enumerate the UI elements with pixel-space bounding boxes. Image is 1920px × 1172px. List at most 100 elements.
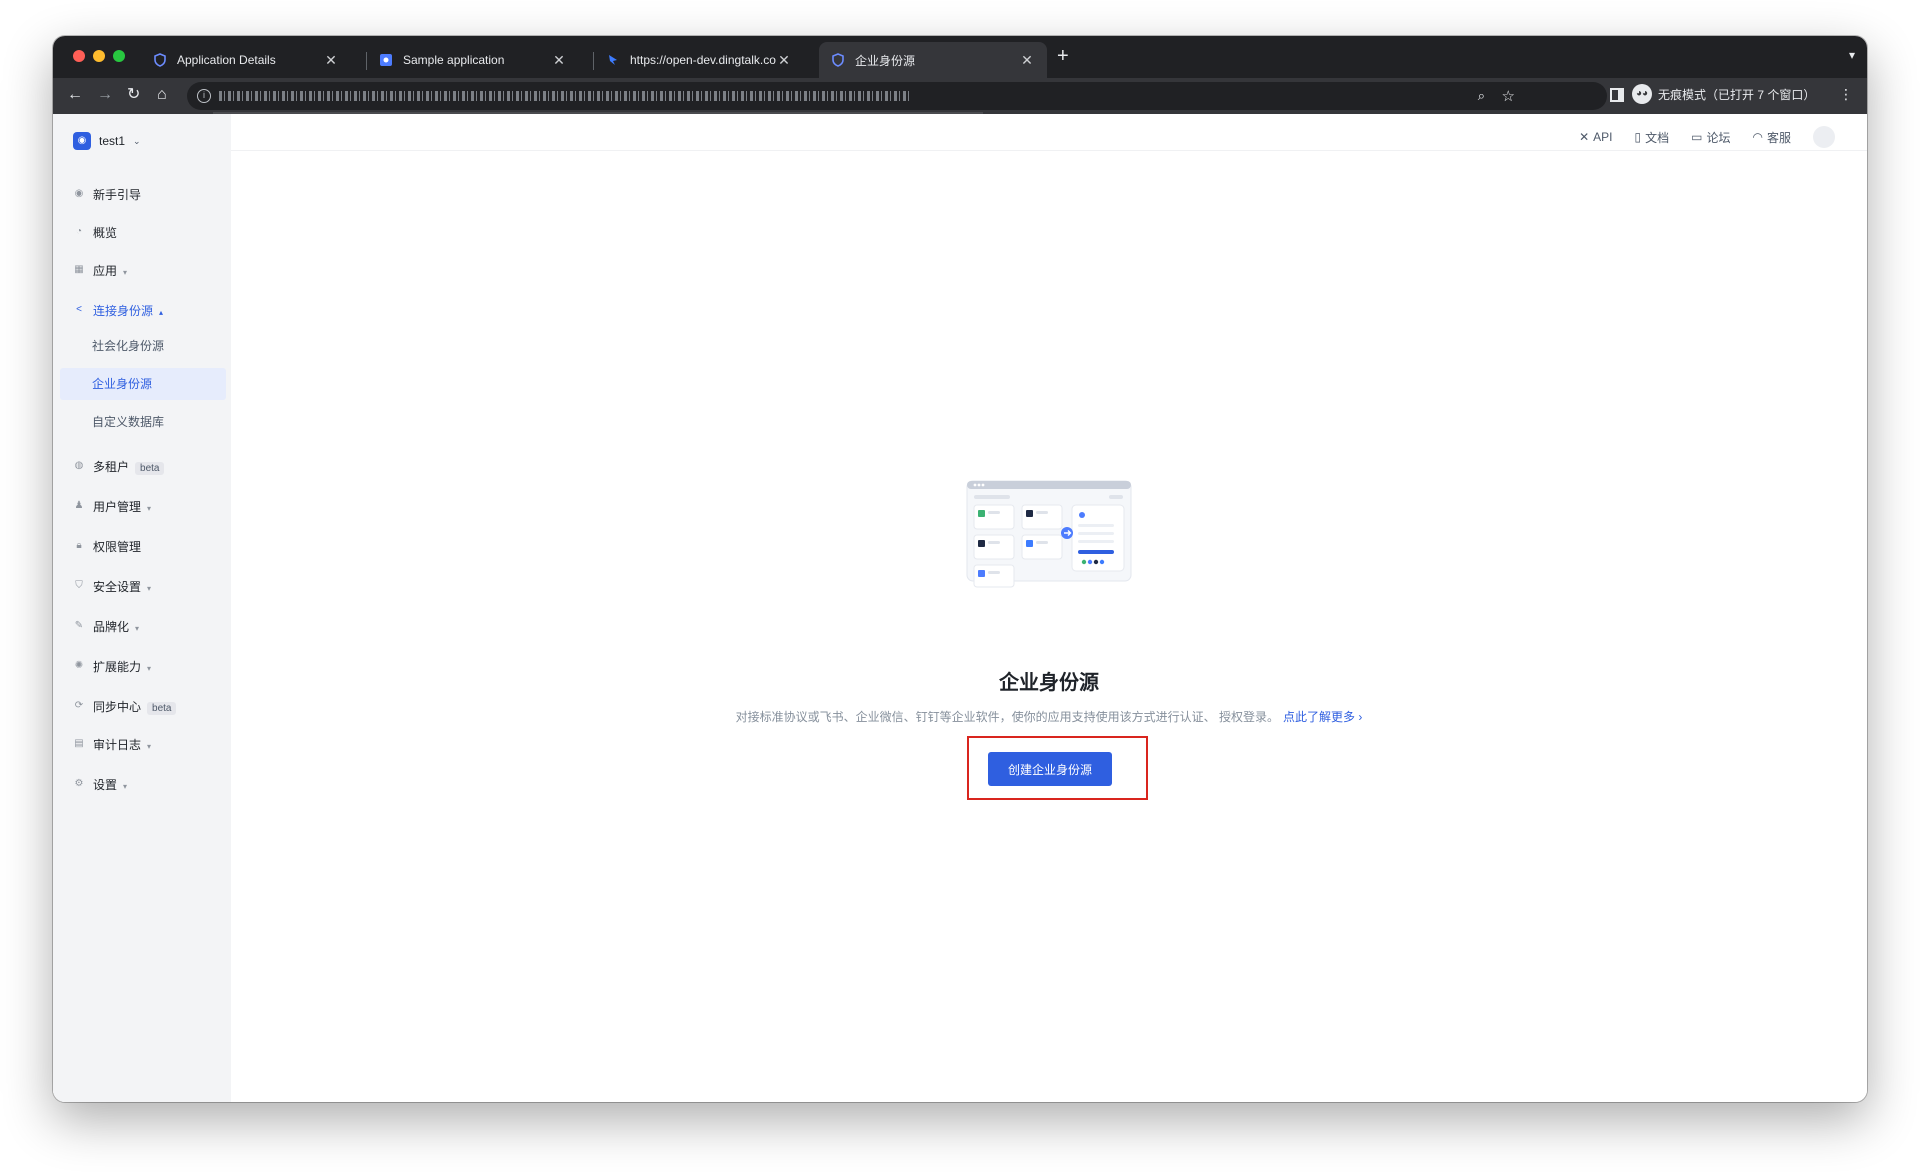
forward-arrow-icon[interactable]: →: [97, 86, 113, 104]
sidebar-item-guide[interactable]: ◉ 新手引导: [53, 184, 231, 204]
home-icon[interactable]: ⌂: [157, 86, 167, 104]
new-tab-button[interactable]: +: [1057, 46, 1069, 66]
sidebar-item-audit[interactable]: ▤ 审计日志 ▾: [53, 734, 231, 754]
app-logo-icon: ◉: [73, 132, 91, 150]
sidebar-subitem-custom-db[interactable]: 自定义数据库: [60, 406, 226, 438]
sidebar-item-overview[interactable]: ◔ 概览: [53, 222, 231, 242]
app-page: ◉ test1 ⌄ ◉ 新手引导 ◔ 概览 ▦ 应用 ▾ < 连接身份源 ▴ 社会化…: [53, 114, 1867, 1102]
back-arrow-icon[interactable]: ←: [67, 86, 83, 104]
address-bar[interactable]: i ⌕ ☆: [187, 82, 1607, 110]
tab-sample-application[interactable]: Sample application ✕: [367, 42, 579, 78]
tab-strip: Application Details ✕ Sample application…: [53, 36, 1867, 78]
chevron-down-icon: ▾: [123, 267, 128, 277]
app-selector[interactable]: ◉ test1 ⌄: [73, 132, 141, 150]
sidebar-item-label: 新手引导: [93, 187, 142, 202]
shield-icon: [832, 53, 844, 67]
chevron-up-icon: ▴: [159, 307, 164, 317]
chevron-down-icon: ▾: [147, 503, 152, 513]
description-text: 对接标准协议或飞书、企业微信、钉钉等企业软件，使你的应用支持使用该方式进行认证、…: [735, 710, 1279, 724]
forum-link[interactable]: ▭ 论坛: [1691, 129, 1730, 146]
close-tab-icon[interactable]: ✕: [776, 52, 792, 69]
sidebar-item-label: 用户管理 ▾: [93, 499, 152, 514]
api-link[interactable]: ✕ API: [1579, 130, 1612, 144]
sidebar-item-label: 审计日志 ▾: [93, 737, 152, 752]
browser-window: Application Details ✕ Sample application…: [53, 36, 1867, 1102]
sidebar-item-label: 连接身份源 ▴: [93, 303, 164, 318]
reload-icon[interactable]: ↻: [127, 86, 140, 104]
close-window-button[interactable]: [73, 50, 85, 62]
gear-icon: ⚙: [74, 778, 84, 789]
sidebar-item-extensions[interactable]: ✺ 扩展能力 ▾: [53, 656, 231, 676]
chevron-down-icon[interactable]: ▾: [1849, 48, 1855, 62]
browser-toolbar: ← → ↻ ⌂ i ⌕ ☆ ◕◕ 无痕模式（已打开 7 个窗口） ⋮: [53, 78, 1867, 114]
grid-icon: ▦: [74, 264, 84, 275]
maximize-window-button[interactable]: [113, 50, 125, 62]
tools-icon: ✕: [1579, 130, 1590, 144]
docs-link[interactable]: ▯ 文档: [1635, 129, 1670, 146]
log-icon: ▤: [74, 738, 84, 749]
header-divider: [231, 150, 1867, 151]
sidebar-item-permissions[interactable]: 🔒︎ 权限管理: [53, 536, 231, 556]
dingtalk-icon: [609, 55, 617, 65]
sidebar-item-sync[interactable]: ⟳ 同步中心 beta: [53, 696, 231, 716]
user-avatar[interactable]: [1813, 126, 1835, 148]
chevron-down-icon: ▾: [147, 663, 152, 673]
close-tab-icon[interactable]: ✕: [551, 52, 567, 69]
support-link[interactable]: ◠ 客服: [1753, 129, 1792, 146]
sync-icon: ⟳: [74, 700, 84, 711]
puzzle-icon: ✺: [74, 660, 84, 671]
tab-dingtalk[interactable]: https://open-dev.dingtalk.com/ ✕: [594, 42, 804, 78]
sidebar-item-label: 多租户 beta: [93, 458, 165, 475]
tab-title: https://open-dev.dingtalk.com/: [630, 53, 776, 67]
sidebar-item-multi-tenant[interactable]: ◍ 多租户 beta: [53, 456, 231, 476]
create-enterprise-idp-button[interactable]: 创建企业身份源: [988, 752, 1112, 786]
app-name: test1: [99, 134, 126, 148]
close-tab-icon[interactable]: ✕: [1019, 52, 1035, 69]
empty-state-description: 对接标准协议或飞书、企业微信、钉钉等企业软件，使你的应用支持使用该方式进行认证、…: [231, 708, 1867, 725]
tab-enterprise-idp[interactable]: 企业身份源 ✕: [819, 42, 1047, 78]
sidebar-subitem-enterprise[interactable]: 企业身份源: [60, 368, 226, 400]
beta-badge: beta: [135, 461, 165, 475]
book-icon: ▯: [1634, 130, 1642, 144]
tab-title: Sample application: [403, 53, 505, 67]
sidebar-item-label: 同步中心 beta: [93, 698, 177, 715]
incognito-icon: ◕◕: [1632, 84, 1652, 104]
sidebar-item-label: 权限管理: [93, 539, 142, 554]
sidebar-item-apps[interactable]: ▦ 应用 ▾: [53, 260, 231, 280]
sidebar-item-settings[interactable]: ⚙ 设置 ▾: [53, 774, 231, 794]
minimize-window-button[interactable]: [93, 50, 105, 62]
top-navigation: ✕ API ▯ 文档 ▭ 论坛 ◠ 客服: [1579, 126, 1835, 148]
learn-more-link[interactable]: 点此了解更多 ›: [1283, 710, 1362, 724]
bookmark-star-icon[interactable]: ☆: [1502, 87, 1515, 105]
incognito-label: 无痕模式（已打开 7 个窗口）: [1658, 87, 1816, 102]
app-icon: [380, 54, 392, 66]
more-menu-icon[interactable]: ⋮: [1839, 86, 1853, 103]
chevron-down-icon: ▾: [123, 781, 128, 791]
shield-icon: [154, 53, 166, 67]
headset-icon: ◠: [1752, 130, 1763, 144]
info-icon[interactable]: i: [197, 89, 211, 103]
side-panel-icon[interactable]: [1610, 88, 1624, 102]
sidebar-item-users[interactable]: ♟ 用户管理 ▾: [53, 496, 231, 516]
window-controls: [73, 50, 125, 62]
pie-chart-icon: ◔: [75, 226, 83, 237]
sidebar-item-label: 设置 ▾: [93, 777, 128, 792]
sidebar-item-branding[interactable]: ✎ 品牌化 ▾: [53, 616, 231, 636]
empty-state-title: 企业身份源: [999, 672, 1099, 694]
tab-application-details[interactable]: Application Details ✕: [141, 42, 351, 78]
close-tab-icon[interactable]: ✕: [323, 52, 339, 69]
sidebar-subitem-social[interactable]: 社会化身份源: [60, 330, 226, 362]
incognito-indicator[interactable]: ◕◕ 无痕模式（已打开 7 个窗口）: [1632, 84, 1815, 104]
sidebar-item-security[interactable]: ⛉ 安全设置 ▾: [53, 576, 231, 596]
chevron-down-icon: ▾: [147, 741, 152, 751]
users-icon: ♟: [74, 500, 84, 511]
sidebar-item-label: 扩展能力 ▾: [93, 659, 152, 674]
sidebar-item-label: 应用 ▾: [93, 263, 128, 278]
chevron-down-icon: ⌄: [133, 135, 141, 146]
url-text-redacted: [219, 91, 909, 101]
brush-icon: ✎: [74, 620, 84, 631]
zoom-icon[interactable]: ⌕: [1478, 88, 1485, 104]
sidebar-item-idp[interactable]: < 连接身份源 ▴: [53, 300, 231, 320]
beta-badge: beta: [147, 701, 177, 715]
enterprise-idp-illustration: [966, 480, 1132, 588]
